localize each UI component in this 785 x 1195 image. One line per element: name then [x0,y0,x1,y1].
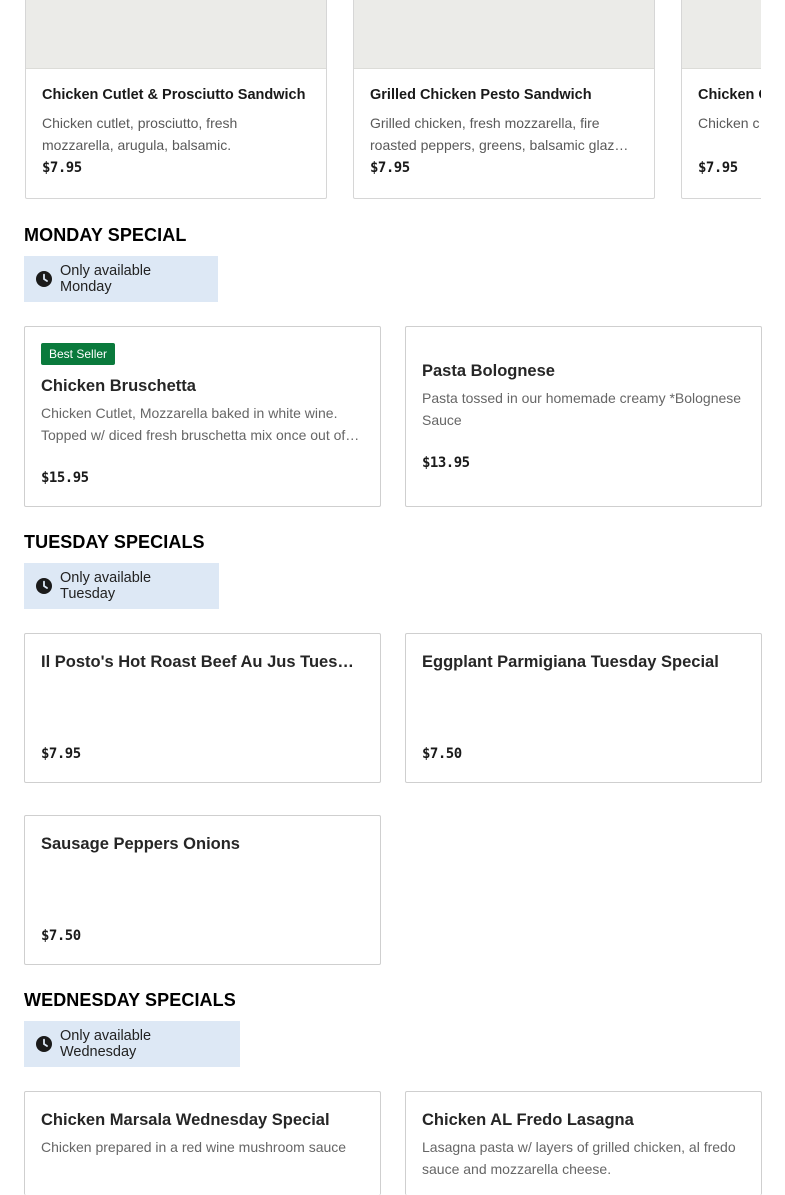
item-image [26,0,326,69]
menu-item-card[interactable]: Grilled Chicken Pesto Sandwich Grilled c… [353,0,655,199]
menu-item-card[interactable]: Best Seller Chicken Bruschetta Chicken C… [24,326,381,507]
item-title: Chicken Bruschetta [41,377,196,395]
menu-item-card[interactable]: Chicken AL Fredo Lasagna Lasagna pasta w… [405,1091,762,1195]
availability-text: Only available Tuesday [60,570,152,602]
availability-text: Only available Monday [60,263,152,295]
item-title: Sausage Peppers Onions [41,835,240,853]
menu-item-card[interactable]: Sausage Peppers Onions $7.50 [24,815,381,965]
item-price: $7.50 [41,928,81,944]
menu-item-card[interactable]: Eggplant Parmigiana Tuesday Special $7.5… [405,633,762,783]
menu-item-card[interactable]: Chicken Marsala Wednesday Special Chicke… [24,1091,381,1195]
item-title: Chicken Marsala Wednesday Special [41,1111,330,1129]
item-image [682,0,761,69]
item-image [354,0,654,69]
menu-item-card[interactable]: Il Posto's Hot Roast Beef Au Jus Tuesday… [24,633,381,783]
menu-item-card[interactable]: Pasta Bolognese Pasta tossed in our home… [405,326,762,507]
availability-banner-tuesday: Only available Tuesday [24,563,219,609]
availability-text: Only available Wednesday [60,1028,152,1060]
item-title: Eggplant Parmigiana Tuesday Special [422,653,719,671]
item-price: $7.95 [370,160,410,176]
item-title: Chicken Cutlet & Prosciutto Sandwich [42,87,306,103]
section-title-wednesday: WEDNESDAY SPECIALS [24,990,236,1010]
best-seller-badge: Best Seller [41,343,116,365]
item-title: Grilled Chicken Pesto Sandwich [370,87,592,103]
item-price: $15.95 [41,470,89,486]
clock-icon [36,271,52,287]
item-price: $7.95 [698,160,738,176]
section-title-monday: MONDAY SPECIAL [24,225,187,245]
item-description: Chicken cutlet, prosciutto, fresh mozzar… [42,115,238,153]
item-title: Chicken AL Fredo Lasagna [422,1111,634,1129]
item-price: $7.50 [422,746,462,762]
item-price: $7.95 [41,746,81,762]
item-description: Chicken Cutlet, Mozzarella baked in whit… [41,405,346,443]
item-title: Chicken C [698,87,761,103]
section-title-tuesday: TUESDAY SPECIALS [24,532,205,552]
item-title: Pasta Bolognese [422,362,555,380]
availability-banner-monday: Only available Monday [24,256,218,302]
clock-icon [36,578,52,594]
item-description: Lasagna pasta w/ layers of grilled chick… [422,1139,736,1177]
menu-item-card[interactable]: Chicken C Chicken c peppers, c $7.95 [681,0,761,199]
item-price: $13.95 [422,455,470,471]
availability-banner-wednesday: Only available Wednesday [24,1021,240,1067]
item-description: Pasta tossed in our homemade creamy *Bol… [422,390,742,428]
featured-items-carousel: Chicken Cutlet & Prosciutto Sandwich Chi… [25,0,761,199]
item-description: Chicken prepared in a red wine mushroom … [41,1139,347,1155]
menu-item-card[interactable]: Chicken Cutlet & Prosciutto Sandwich Chi… [25,0,327,199]
item-price: $7.95 [42,160,82,176]
item-title: Il Posto's Hot Roast Beef Au Jus Tuesday… [41,653,360,671]
clock-icon [36,1036,52,1052]
item-description: Chicken c peppers, c [698,115,761,131]
item-description: Grilled chicken, fresh mozzarella, fire … [370,115,627,153]
